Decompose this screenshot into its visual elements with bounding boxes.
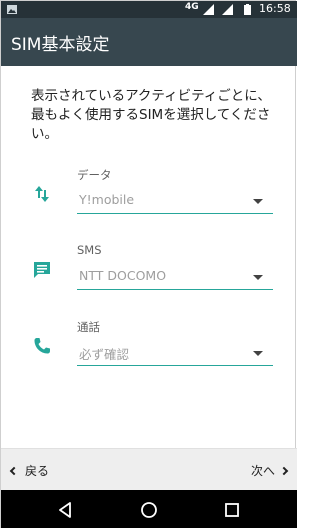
status-bar: 4G 16:58: [1, 1, 297, 18]
signal-strength-icon: [203, 4, 214, 15]
battery-icon: [244, 4, 251, 15]
device-screen: 4G 16:58 SIM基本設定 表示されているアクティビティごとに、最もよく使…: [0, 0, 297, 528]
phone-icon: [34, 338, 50, 354]
clock: 16:58: [259, 2, 291, 15]
dropdown-arrow-icon: [253, 275, 263, 280]
nav-back-icon[interactable]: [56, 500, 76, 520]
image-notification-icon: [7, 5, 17, 14]
network-type-label: 4G: [185, 2, 199, 12]
dropdown-arrow-icon: [253, 351, 263, 356]
sms-label: SMS: [77, 243, 102, 257]
data-label: データ: [77, 168, 112, 182]
dropdown-arrow-icon: [253, 199, 263, 204]
call-label: 通話: [77, 320, 100, 334]
sms-sim-dropdown[interactable]: NTT DOCOMO: [77, 264, 273, 290]
page-title: SIM基本設定: [11, 35, 110, 55]
chevron-right-icon: [279, 466, 289, 475]
sms-icon: [34, 262, 50, 278]
data-sim-dropdown[interactable]: Y!mobile: [77, 188, 273, 214]
sms-sim-value: NTT DOCOMO: [79, 268, 167, 283]
wizard-footer: 戻る 次へ: [1, 448, 297, 490]
next-button-label: 次へ: [250, 464, 275, 478]
call-sim-value: 必ず確認: [79, 347, 130, 362]
app-bar: SIM基本設定: [1, 18, 297, 66]
nav-recents-icon[interactable]: [222, 500, 242, 520]
call-sim-dropdown[interactable]: 必ず確認: [77, 340, 273, 366]
system-navigation-bar: [1, 490, 297, 528]
data-sim-value: Y!mobile: [79, 192, 135, 207]
next-button[interactable]: 次へ: [250, 462, 289, 479]
nav-home-icon[interactable]: [139, 500, 159, 520]
data-transfer-icon: [35, 186, 49, 202]
signal-strength-icon: [222, 4, 233, 15]
back-button-label: 戻る: [25, 464, 50, 478]
chevron-left-icon: [9, 466, 19, 475]
instruction-text: 表示されているアクティビティごとに、最もよく使用するSIMを選択してください。: [31, 88, 271, 142]
back-button[interactable]: 戻る: [9, 462, 50, 479]
